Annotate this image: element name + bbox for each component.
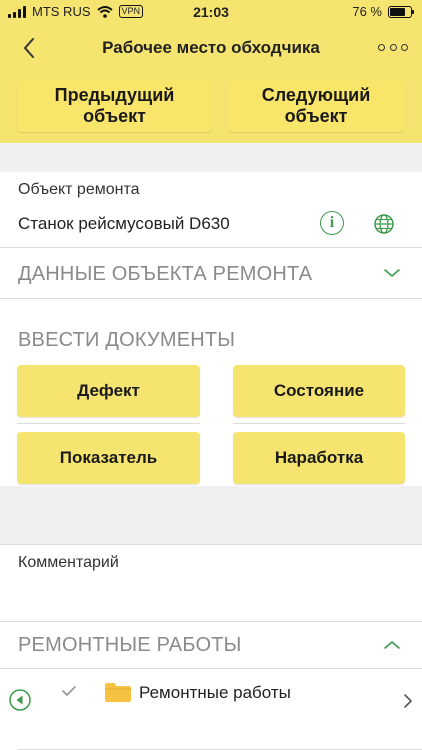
next-object-button[interactable]: Следующий объект	[227, 80, 405, 132]
chevron-right-icon	[404, 694, 412, 708]
globe-icon[interactable]	[373, 213, 395, 235]
navigation-bar: Рабочее место обходчика	[0, 28, 422, 68]
comment-label: Комментарий	[18, 554, 119, 571]
object-data-section[interactable]: ДАННЫЕ ОБЪЕКТА РЕМОНТА	[0, 248, 422, 298]
checkmark-icon	[62, 686, 76, 696]
indicator-button[interactable]: Показатель	[17, 432, 200, 484]
repair-works-section[interactable]: РЕМОНТНЫЕ РАБОТЫ	[0, 622, 422, 668]
operating-time-button[interactable]: Наработка	[233, 432, 405, 484]
more-options-button[interactable]	[378, 36, 408, 58]
folder-icon	[105, 683, 131, 702]
state-button[interactable]: Состояние	[233, 365, 405, 417]
repair-object-label: Объект ремонта	[18, 181, 140, 198]
play-left-icon[interactable]	[9, 689, 31, 711]
repair-works-title: РЕМОНТНЫЕ РАБОТЫ	[18, 634, 242, 656]
status-right: 76 %	[352, 4, 414, 19]
dot-icon	[378, 43, 385, 51]
enter-documents-title: ВВЕСТИ ДОКУМЕНТЫ	[18, 329, 236, 351]
defect-button[interactable]: Дефект	[17, 365, 200, 417]
repair-object-value: Станок рейсмусовый D630	[18, 214, 230, 233]
battery-icon	[388, 5, 414, 18]
dot-icon	[401, 43, 408, 51]
repair-object-card: Объект ремонта Станок рейсмусовый D630 i	[0, 172, 422, 247]
divider	[17, 423, 200, 424]
chevron-up-icon[interactable]	[383, 639, 401, 651]
battery-level	[390, 7, 406, 16]
list-item[interactable]: Ремонтные работы	[0, 669, 422, 750]
previous-object-button[interactable]: Предыдущий объект	[17, 80, 212, 132]
dot-icon	[389, 43, 397, 51]
divider	[0, 544, 422, 545]
status-bar: MTS RUS VPN 21:03 76 %	[0, 0, 422, 24]
chevron-down-icon[interactable]	[383, 267, 401, 279]
info-icon[interactable]: i	[320, 211, 344, 235]
divider	[233, 423, 405, 424]
list-item-title: Ремонтные работы	[139, 683, 291, 702]
battery-percent: 76 %	[352, 4, 382, 19]
object-data-title: ДАННЫЕ ОБЪЕКТА РЕМОНТА	[18, 263, 313, 285]
page-title: Рабочее место обходчика	[102, 38, 320, 57]
comment-field[interactable]: Комментарий	[0, 545, 422, 621]
